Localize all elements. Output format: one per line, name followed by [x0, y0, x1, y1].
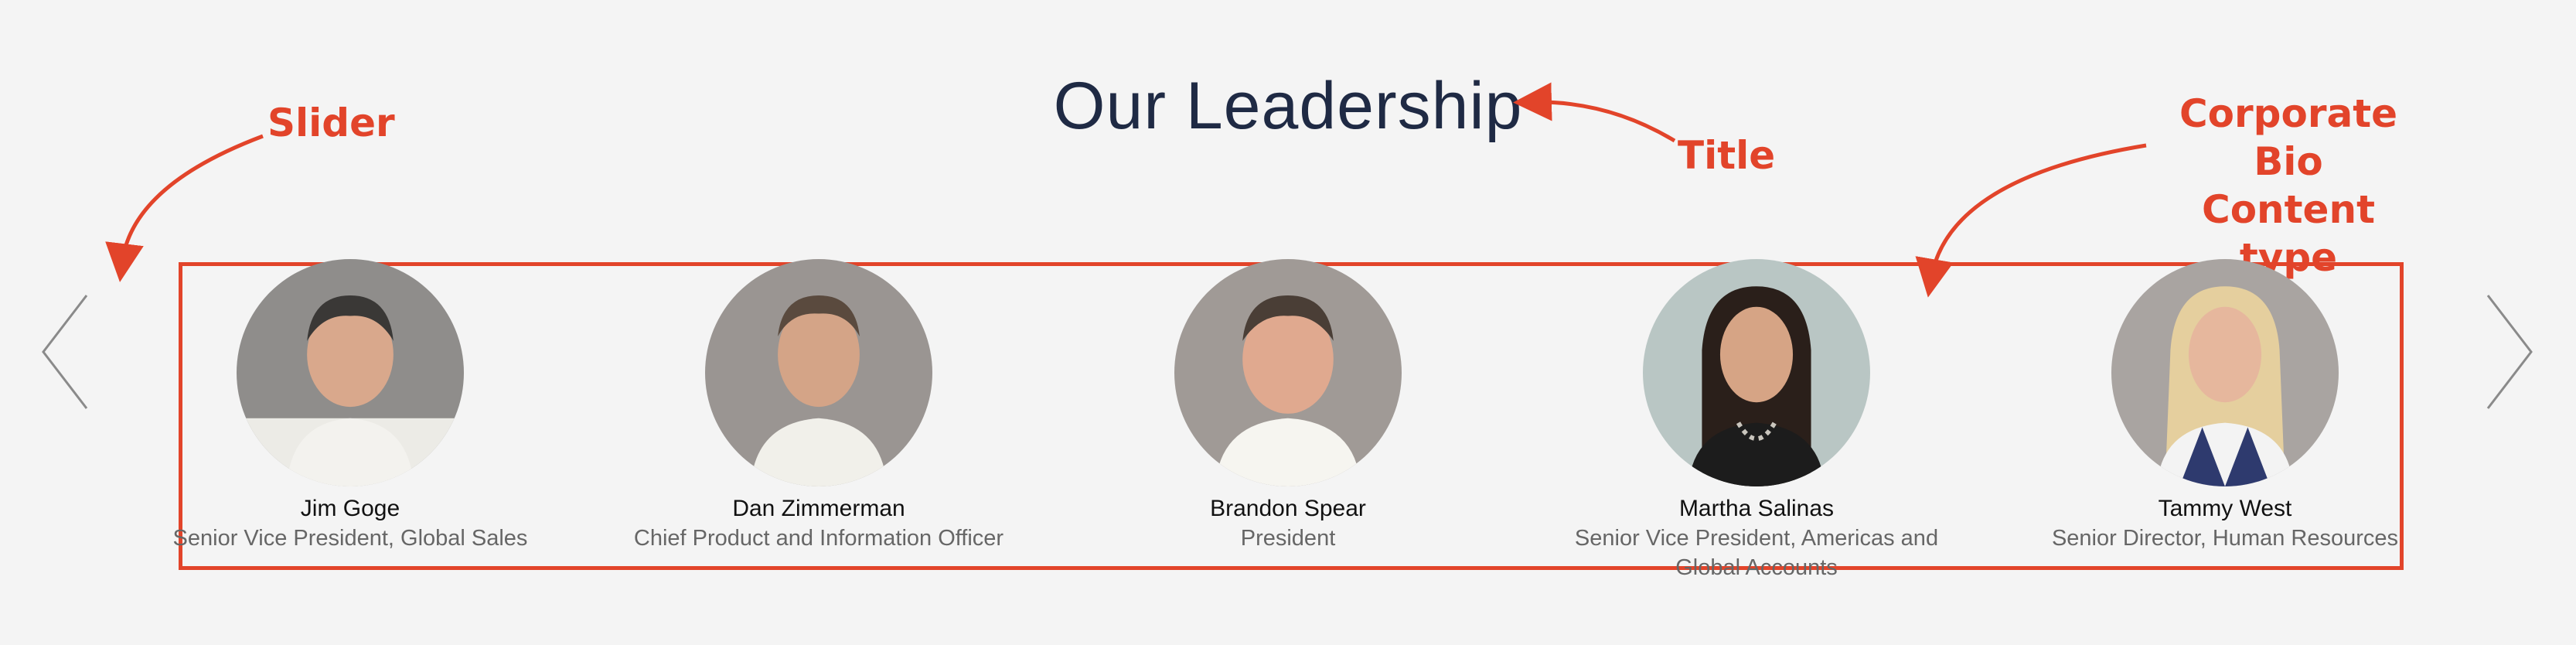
leader-name: Tammy West: [2158, 496, 2292, 521]
portrait-image: [1174, 259, 1402, 486]
avatar: [1174, 259, 1402, 486]
leader-name: Brandon Spear: [1210, 496, 1366, 521]
avatar: [705, 259, 932, 486]
leader-role: Senior Director, Human Resources: [2051, 526, 2399, 551]
leader-role: Senior Vice President, Global Sales: [172, 526, 528, 551]
leader-card[interactable]: Brandon Spear President: [1087, 259, 1489, 553]
leader-role: Chief Product and Information Officer: [633, 526, 1004, 551]
slider-next-button[interactable]: [2475, 292, 2537, 411]
slider-arrow: [105, 134, 264, 282]
annotation-slider: Slider: [267, 101, 395, 145]
leader-card[interactable]: Jim Goge Senior Vice President, Global S…: [149, 259, 551, 553]
leader-name: Martha Salinas: [1678, 496, 1835, 521]
annotation-title: Title: [1678, 133, 1776, 178]
annotation-corporate-bio: Corporate Bio Content type: [2149, 90, 2428, 282]
avatar: [237, 259, 464, 486]
chevron-left-icon: [42, 295, 88, 409]
chevron-right-icon: [2486, 295, 2533, 409]
slider-prev-button[interactable]: [37, 292, 99, 411]
avatar: [1643, 259, 1870, 486]
leader-card[interactable]: Dan Zimmerman Chief Product and Informat…: [618, 259, 1020, 553]
portrait-image: [237, 259, 464, 486]
leader-name: Jim Goge: [300, 496, 400, 521]
portrait-image: [2111, 259, 2339, 486]
leader-name: Dan Zimmerman: [732, 496, 905, 521]
leader-card[interactable]: Tammy West Senior Director, Human Resour…: [2024, 259, 2426, 553]
leader-role: President: [1240, 526, 1336, 551]
portrait-image: [1643, 259, 1870, 486]
leader-card[interactable]: Martha Salinas Senior Vice President, Am…: [1555, 259, 1958, 582]
avatar: [2111, 259, 2339, 486]
annotation-bio-line1: Corporate Bio: [2179, 91, 2398, 184]
portrait-image: [705, 259, 932, 486]
leader-role: Senior Vice President, Americas and Glob…: [1574, 526, 1939, 580]
